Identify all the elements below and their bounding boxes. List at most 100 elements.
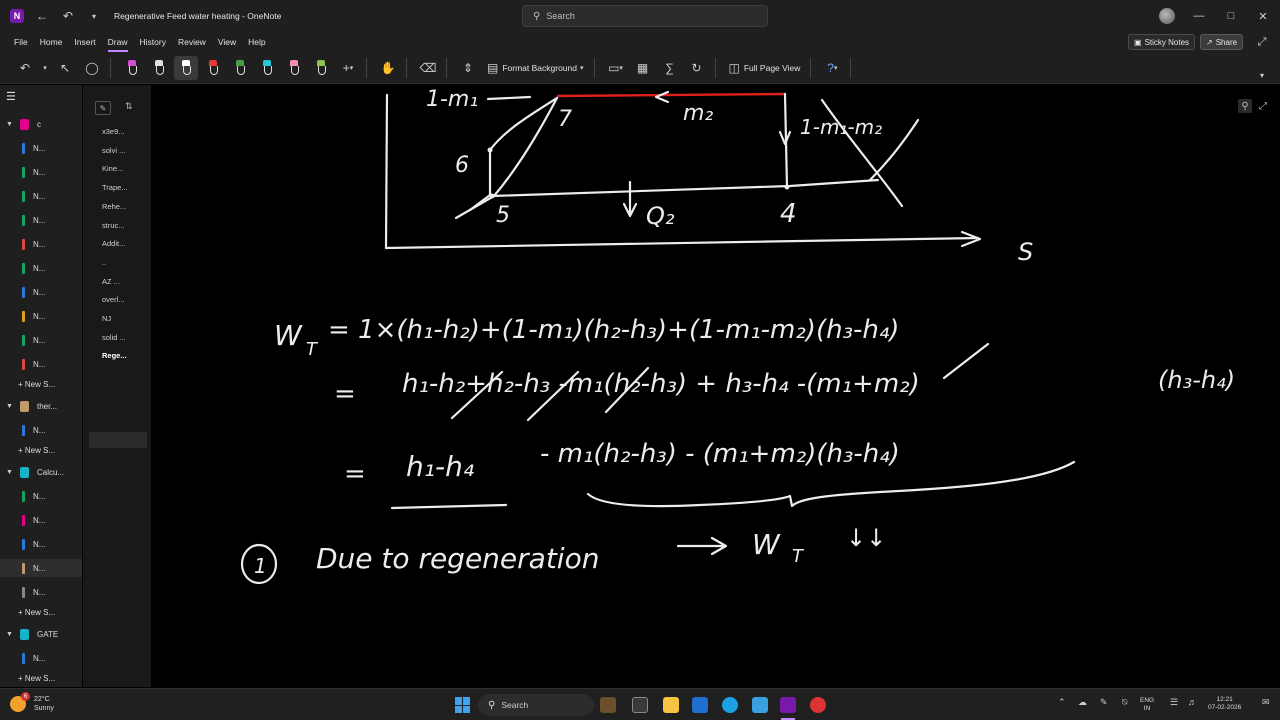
wifi-icon[interactable]: ☰ — [1170, 697, 1178, 708]
clock[interactable]: 12:21 07-02-2026 — [1208, 696, 1241, 712]
pen-2-icon[interactable] — [147, 56, 171, 80]
note-canvas[interactable]: ⚲ ⤢ 1-m₁ 7 m₂ 1-m₁-m₂ 6 5 Q₂ 4 S W T = 1… — [152, 85, 1280, 687]
full-page-view-button[interactable]: ◫ Full Page View — [725, 56, 805, 80]
undo-icon[interactable]: ↶ — [60, 8, 76, 24]
new-section-button[interactable]: + New S... — [0, 603, 82, 621]
section-item[interactable]: N... — [0, 649, 82, 667]
menu-history[interactable]: History — [134, 32, 172, 52]
section-item[interactable]: N... — [0, 259, 82, 277]
section-item[interactable]: N... — [0, 559, 82, 577]
page-item[interactable]: NJ — [102, 314, 111, 323]
volume-icon[interactable]: ♬ — [1188, 697, 1197, 707]
pen-4-icon[interactable] — [201, 56, 225, 80]
section-item[interactable]: N... — [0, 283, 82, 301]
menu-file[interactable]: File — [8, 32, 34, 52]
section-item[interactable]: N... — [0, 307, 82, 325]
touch-drawing-icon[interactable]: ✋ — [376, 56, 400, 80]
taskbar-search[interactable]: ⚲ Search — [478, 694, 594, 716]
page-item[interactable]: solid ... — [102, 333, 126, 342]
format-background-button[interactable]: ▤ Format Background ▾ — [483, 56, 588, 80]
notification-bell-icon[interactable]: ✉ — [1262, 697, 1270, 708]
search-box[interactable]: ⚲ Search — [522, 5, 768, 27]
minimize-icon[interactable]: — — [1182, 0, 1216, 32]
section-item[interactable]: N... — [0, 421, 82, 439]
profile-avatar[interactable] — [1159, 8, 1175, 24]
nav-menu-button[interactable]: ☰ — [0, 87, 82, 105]
notebook-0[interactable]: ▼ c — [0, 115, 82, 133]
section-item[interactable]: N... — [0, 139, 82, 157]
undo-dropdown-icon[interactable]: ▾ — [40, 56, 50, 80]
notebook-2[interactable]: ▼ Calcu... — [0, 463, 82, 481]
page-item[interactable]: .. — [102, 258, 106, 267]
page-item[interactable]: struc... — [102, 221, 125, 230]
page-item[interactable]: solvi ... — [102, 146, 125, 155]
notebook-3[interactable]: ▼ GATE — [0, 625, 82, 643]
section-item[interactable]: N... — [0, 163, 82, 181]
new-section-button[interactable]: + New S... — [0, 375, 82, 393]
onenote-taskbar-icon[interactable] — [780, 697, 796, 713]
page-item[interactable]: Rehe... — [102, 202, 126, 211]
section-item[interactable]: N... — [0, 583, 82, 601]
maximize-icon[interactable]: □ — [1214, 0, 1248, 32]
pen-1-icon[interactable] — [120, 56, 144, 80]
language-indicator[interactable]: ENG IN — [1140, 697, 1154, 713]
section-item[interactable]: N... — [0, 187, 82, 205]
tray-pen-icon[interactable]: ✎ — [1100, 697, 1108, 708]
help-icon[interactable]: ? ▾ — [820, 56, 844, 80]
menu-view[interactable]: View — [212, 32, 242, 52]
section-item[interactable]: N... — [0, 487, 82, 505]
menu-insert[interactable]: Insert — [68, 32, 101, 52]
edge-icon[interactable] — [722, 697, 738, 713]
section-item[interactable]: N... — [0, 511, 82, 529]
new-section-button[interactable]: + New S... — [0, 669, 82, 687]
back-icon[interactable]: ← — [34, 8, 50, 24]
add-page-icon[interactable]: ✎ — [95, 101, 111, 115]
section-item[interactable]: N... — [0, 355, 82, 373]
pen-3-icon[interactable] — [174, 55, 198, 80]
shapes-icon[interactable]: ▭ ▾ — [604, 56, 628, 80]
close-icon[interactable]: ✕ — [1246, 0, 1280, 32]
section-item[interactable]: N... — [0, 331, 82, 349]
ribbon-collapse-icon[interactable]: ▾ — [1252, 66, 1272, 84]
menu-review[interactable]: Review — [172, 32, 212, 52]
tray-app-icon[interactable]: ☁ — [1078, 697, 1087, 708]
page-item[interactable]: Kine... — [102, 164, 123, 173]
menu-home[interactable]: Home — [34, 32, 69, 52]
file-explorer-icon[interactable] — [663, 697, 679, 713]
ink-to-shape-icon[interactable]: ▦ — [631, 56, 655, 80]
pen-6-icon[interactable] — [255, 56, 279, 80]
windows-start-icon[interactable] — [455, 697, 471, 713]
page-item[interactable]: Trape... — [102, 183, 128, 192]
weather-widget[interactable]: 6 22°C Sunny — [10, 692, 54, 713]
undo-button[interactable]: ↶ — [13, 56, 37, 80]
tray-overflow-icon[interactable]: ⌃ — [1058, 697, 1066, 708]
expand-icon[interactable]: ⤢ — [1250, 34, 1274, 50]
pen-8-icon[interactable] — [309, 56, 333, 80]
sort-pages-icon[interactable]: ⇅ — [125, 101, 133, 112]
section-item[interactable]: N... — [0, 235, 82, 253]
page-item[interactable]: Addit... — [102, 239, 125, 248]
store-icon[interactable] — [692, 697, 708, 713]
add-pen-icon[interactable]: + ▾ — [336, 56, 360, 80]
menu-draw[interactable]: Draw — [102, 32, 134, 52]
highlighter-icon[interactable] — [282, 56, 306, 80]
select-tool-icon[interactable]: ↖ — [53, 56, 77, 80]
page-item[interactable]: Rege... — [102, 351, 127, 360]
menu-help[interactable]: Help — [242, 32, 271, 52]
section-item[interactable]: N... — [0, 535, 82, 553]
ink-replay-icon[interactable]: ↻ — [685, 56, 709, 80]
pen-5-icon[interactable] — [228, 56, 252, 80]
tray-bluetooth-icon[interactable]: ⍉ — [1122, 697, 1127, 708]
page-item[interactable]: AZ ... — [102, 277, 120, 286]
task-view-icon[interactable] — [632, 697, 648, 713]
lasso-tool-icon[interactable]: ◯ — [80, 56, 104, 80]
ink-to-math-icon[interactable]: ∑ — [658, 56, 682, 80]
new-section-button[interactable]: + New S... — [0, 441, 82, 459]
notebook-1[interactable]: ▼ ther... — [0, 397, 82, 415]
chrome-icon[interactable] — [810, 697, 826, 713]
insert-space-icon[interactable]: ⇕ — [456, 56, 480, 80]
page-item[interactable]: x3e9... — [102, 127, 125, 136]
page-item[interactable]: overl... — [102, 295, 125, 304]
eraser-icon[interactable]: ⌫ — [416, 56, 440, 80]
customize-toolbar-icon[interactable]: ▾ — [86, 8, 102, 24]
